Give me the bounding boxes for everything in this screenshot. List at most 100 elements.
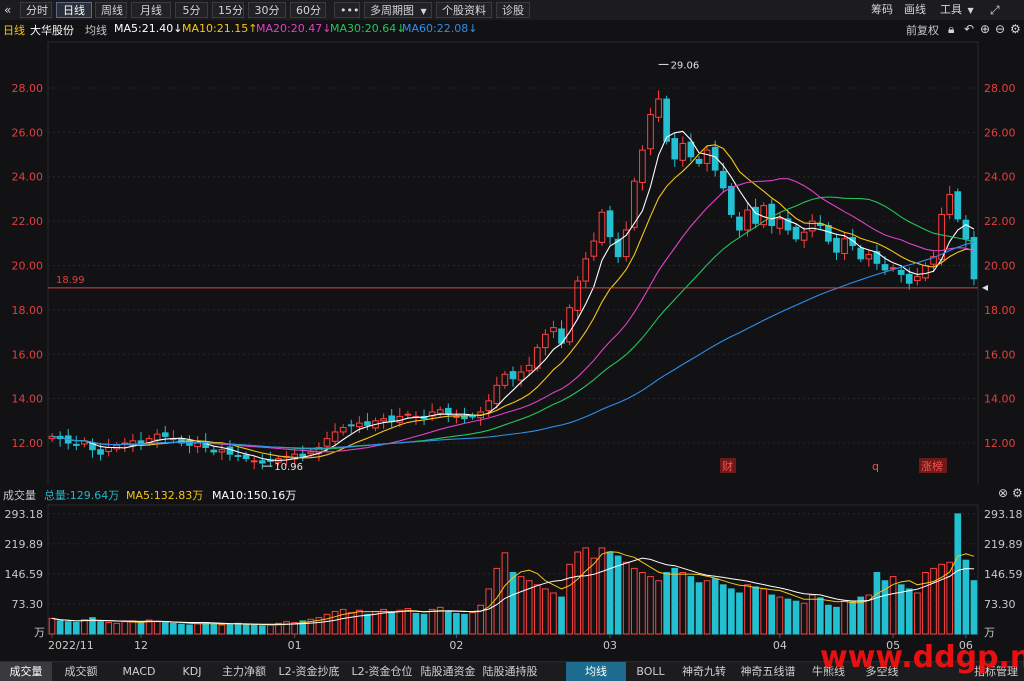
ma-label[interactable]: 均线 bbox=[85, 22, 107, 38]
indicator-tab-9[interactable]: 均线 bbox=[566, 662, 626, 681]
double-chevron-left-icon[interactable]: « bbox=[4, 2, 11, 18]
indicator-tab-5[interactable]: L2-资金抄底 bbox=[272, 662, 346, 681]
stock-info-button[interactable]: 个股资料 bbox=[436, 2, 492, 18]
candle bbox=[841, 238, 848, 255]
volume-bar bbox=[170, 622, 177, 635]
indicator-tab-4[interactable]: 主力净额 bbox=[216, 662, 272, 681]
period-dropdown[interactable]: 多周期图 ▼ bbox=[364, 2, 432, 18]
settings-icon[interactable]: ⚙ bbox=[1010, 21, 1021, 37]
volume-bar bbox=[695, 582, 703, 635]
volume-bar bbox=[218, 624, 226, 635]
volume-bar bbox=[388, 612, 396, 635]
indicator-tab-1[interactable]: 成交额 bbox=[52, 662, 110, 681]
candle bbox=[800, 231, 808, 241]
stock-name[interactable]: 大华股份 bbox=[30, 22, 74, 38]
candle bbox=[509, 371, 517, 380]
zoom-in-icon[interactable]: ⊕ bbox=[980, 21, 990, 37]
candle bbox=[582, 258, 590, 282]
volume-bar bbox=[347, 612, 355, 635]
candle bbox=[768, 203, 776, 227]
close-icon[interactable]: ⊗ bbox=[998, 485, 1008, 501]
volume-unit-left: 万 bbox=[34, 626, 45, 639]
candle bbox=[825, 225, 832, 242]
price-tick-left: 18.00 bbox=[12, 304, 44, 317]
volume-bar bbox=[250, 624, 258, 635]
lock-icon[interactable]: 🔒︎ bbox=[948, 21, 954, 37]
indicator-tab-7[interactable]: 陆股通资金 bbox=[418, 662, 478, 681]
zoom-out-icon[interactable]: ⊖ bbox=[995, 21, 1005, 37]
tab-6[interactable]: 30分 bbox=[248, 2, 286, 18]
candle bbox=[938, 213, 945, 260]
ma10-value: MA10:21.15↑ bbox=[182, 22, 258, 35]
volume-bar bbox=[833, 606, 840, 635]
volume-chart[interactable]: 293.18 293.18 219.89 219.89 146.59 146.59 73.3… bbox=[0, 501, 1024, 661]
undo-icon[interactable]: ↶ bbox=[964, 21, 974, 37]
tab-5[interactable]: 15分 bbox=[212, 2, 244, 18]
expand-icon[interactable]: ⤢ bbox=[990, 2, 1000, 18]
indicator-tab-10[interactable]: BOLL bbox=[626, 662, 675, 681]
price-tick-right: 14.00 bbox=[984, 393, 1016, 406]
kline-chart[interactable]: 28.00 28.00 26.00 26.00 24.00 24.00 22.00 22.00… bbox=[0, 38, 1024, 523]
indicator-tab-12[interactable]: 神奇五线谱 bbox=[733, 662, 803, 681]
candle bbox=[364, 421, 371, 426]
ma-info-bar: 日线 大华股份 均线 MA5:21.40↓ MA10:21.15↑ MA20:2… bbox=[0, 20, 1024, 38]
volume-bar bbox=[161, 622, 169, 635]
candle bbox=[404, 413, 412, 416]
price-tick-left: 28.00 bbox=[12, 82, 44, 95]
q-badge[interactable]: q bbox=[872, 460, 879, 473]
x-axis-label: 12 bbox=[134, 639, 148, 652]
candle bbox=[461, 415, 468, 420]
candle bbox=[905, 273, 913, 284]
volume-tick-right: 73.30 bbox=[984, 598, 1016, 611]
candle bbox=[493, 384, 501, 405]
tab-7[interactable]: 60分 bbox=[290, 2, 326, 18]
candle bbox=[719, 170, 727, 189]
tools-button[interactable]: 工具 ▼ bbox=[940, 2, 974, 18]
adjust-label[interactable]: 前复权 bbox=[906, 22, 939, 38]
low-label: 10.96 bbox=[274, 462, 303, 473]
volume-bar bbox=[493, 567, 501, 635]
candle bbox=[954, 191, 962, 220]
volume-bar bbox=[905, 588, 913, 635]
indicator-tab-11[interactable]: 神奇九转 bbox=[675, 662, 733, 681]
price-tick-right: 20.00 bbox=[984, 260, 1016, 273]
candle bbox=[226, 446, 234, 455]
tab-3[interactable]: 月线 bbox=[131, 2, 171, 18]
candle bbox=[485, 400, 493, 412]
tab-2[interactable]: 周线 bbox=[95, 2, 127, 18]
more-button[interactable]: ••• bbox=[334, 2, 360, 18]
x-axis-label: 01 bbox=[288, 639, 302, 652]
indicator-tab-3[interactable]: KDJ bbox=[168, 662, 216, 681]
tab-1[interactable]: 日线 bbox=[56, 2, 92, 18]
volume-bar bbox=[776, 596, 784, 635]
candle bbox=[153, 433, 161, 441]
candle bbox=[436, 409, 444, 414]
price-tick-left: 24.00 bbox=[12, 171, 44, 184]
volume-tick-right: 293.18 bbox=[984, 508, 1023, 521]
diagnose-button[interactable]: 诊股 bbox=[496, 2, 530, 18]
volume-bar bbox=[283, 621, 290, 635]
price-tick-right: 12.00 bbox=[984, 437, 1016, 450]
candle bbox=[550, 327, 557, 333]
candle bbox=[655, 98, 662, 118]
tab-0[interactable]: 分时 bbox=[20, 2, 52, 18]
candles bbox=[48, 90, 978, 470]
indicator-tab-0[interactable]: 成交量 bbox=[0, 662, 52, 681]
candle bbox=[647, 114, 654, 150]
rank-badge[interactable]: 涨榜 bbox=[921, 459, 943, 473]
settings-icon[interactable]: ⚙ bbox=[1012, 485, 1023, 501]
indicator-tab-2[interactable]: MACD bbox=[110, 662, 168, 681]
indicator-tab-8[interactable]: 陆股通持股 bbox=[478, 662, 542, 681]
candle bbox=[566, 307, 573, 343]
volume-tick-left: 146.59 bbox=[5, 568, 44, 581]
candle bbox=[97, 449, 104, 455]
candle bbox=[744, 209, 751, 231]
chips-button[interactable]: 筹码 bbox=[871, 2, 893, 18]
candle bbox=[444, 407, 452, 415]
volume-bar bbox=[922, 572, 929, 635]
draw-line-button[interactable]: 画线 bbox=[904, 2, 926, 18]
indicator-tab-6[interactable]: L2-资金仓位 bbox=[346, 662, 418, 681]
finance-badge[interactable]: 财 bbox=[722, 459, 733, 473]
volume-bar bbox=[558, 596, 565, 635]
tab-4[interactable]: 5分 bbox=[175, 2, 208, 18]
